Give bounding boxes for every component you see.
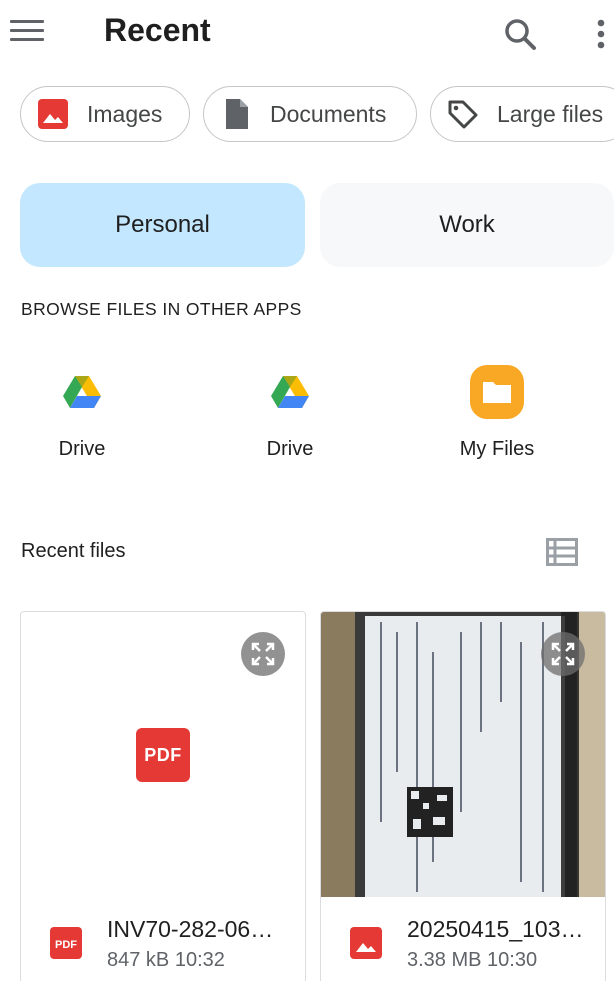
file-card[interactable]: PDF PDF INV70-282-06… 847 kB 10:32 — [20, 611, 306, 981]
page-title: Recent — [104, 12, 211, 48]
top-app-bar: Recent — [0, 0, 614, 64]
file-card[interactable]: 20250415_103… 3.38 MB 10:30 — [320, 611, 606, 981]
app-drive-1[interactable]: Drive — [2, 360, 162, 461]
app-drive-2[interactable]: Drive — [210, 360, 370, 461]
pdf-icon: PDF — [136, 728, 190, 782]
tab-label: Personal — [115, 211, 210, 238]
tab-work[interactable]: Work — [320, 183, 614, 267]
chip-label: Images — [87, 100, 163, 127]
section-header: BROWSE FILES IN OTHER APPS — [21, 299, 302, 319]
tab-label: Work — [439, 211, 495, 238]
tag-icon — [448, 100, 478, 129]
chip-images[interactable]: Images — [20, 86, 190, 142]
app-label: Drive — [266, 438, 314, 460]
tab-personal[interactable]: Personal — [20, 183, 305, 267]
expand-icon[interactable] — [241, 632, 285, 676]
list-view-icon[interactable] — [546, 538, 578, 566]
google-drive-icon — [258, 360, 322, 424]
search-icon[interactable] — [500, 14, 540, 54]
file-name: 20250415_103… — [407, 916, 584, 942]
file-meta: 3.38 MB 10:30 — [407, 949, 538, 971]
image-icon — [38, 99, 68, 129]
svg-text:PDF: PDF — [55, 939, 77, 951]
menu-icon[interactable] — [10, 20, 44, 46]
image-icon — [350, 927, 382, 959]
app-label: My Files — [459, 438, 535, 460]
chip-label: Large files — [497, 100, 604, 127]
app-my-files[interactable]: My Files — [417, 360, 577, 461]
google-drive-icon — [50, 360, 114, 424]
chip-documents[interactable]: Documents — [203, 86, 417, 142]
file-name: INV70-282-06… — [107, 916, 274, 942]
chip-large-files[interactable]: Large files — [430, 86, 614, 142]
more-vert-icon[interactable] — [590, 14, 610, 54]
file-meta: 847 kB 10:32 — [107, 949, 225, 971]
folder-icon — [465, 360, 529, 424]
app-label: Drive — [58, 438, 106, 460]
document-icon — [226, 99, 248, 129]
recent-files-title: Recent files — [21, 540, 126, 562]
expand-icon[interactable] — [541, 632, 585, 676]
chip-label: Documents — [270, 100, 387, 127]
pdf-icon: PDF — [50, 927, 82, 959]
